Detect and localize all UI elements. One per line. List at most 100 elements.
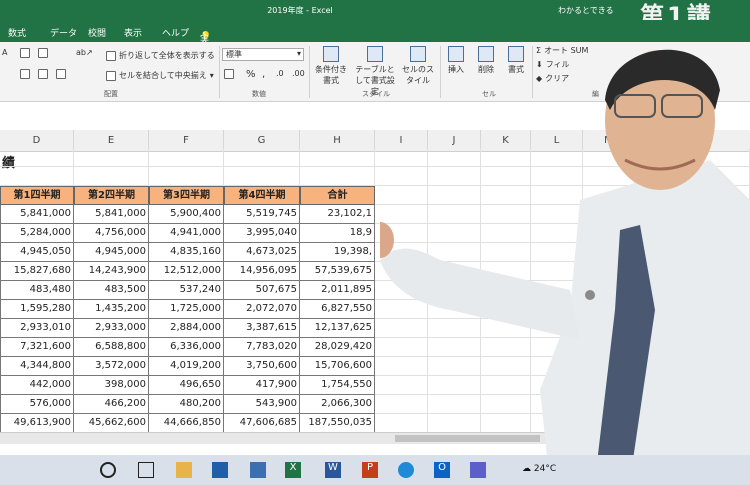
increase-decimal-button[interactable]: .0 [276, 69, 284, 78]
table-cell[interactable]: 5,900,400 [149, 205, 224, 224]
tab-help[interactable]: ヘルプ [162, 26, 189, 39]
table-cell[interactable]: 496,650 [149, 376, 224, 395]
align-middle-button[interactable] [38, 48, 48, 58]
table-cell[interactable]: 2,011,895 [300, 281, 375, 300]
table-cell[interactable]: 576,000 [0, 395, 74, 414]
table-cell[interactable]: 3,572,000 [74, 357, 149, 376]
grid-cell[interactable] [300, 167, 375, 186]
table-cell[interactable]: 5,284,000 [0, 224, 74, 243]
file-explorer-icon[interactable] [176, 462, 192, 478]
font-size-decrease-button[interactable]: A [2, 48, 7, 57]
percent-button[interactable]: % [246, 69, 256, 80]
table-cell[interactable]: 45,662,600 [74, 414, 149, 433]
grid-cell[interactable] [74, 148, 149, 167]
align-center-button[interactable] [38, 69, 48, 79]
table-cell[interactable]: 417,900 [224, 376, 300, 395]
table-cell[interactable]: 5,841,000 [0, 205, 74, 224]
table-cell[interactable]: 6,827,550 [300, 300, 375, 319]
store-icon[interactable] [212, 462, 228, 478]
table-cell[interactable]: 4,019,200 [149, 357, 224, 376]
table-cell[interactable]: 543,900 [224, 395, 300, 414]
grid-cell[interactable] [0, 167, 74, 186]
table-cell[interactable]: 5,841,000 [74, 205, 149, 224]
grid-cell[interactable] [224, 167, 300, 186]
align-top-button[interactable] [20, 48, 30, 58]
grid-cell[interactable] [300, 148, 375, 167]
table-cell[interactable]: 2,933,010 [0, 319, 74, 338]
table-cell[interactable]: 3,750,600 [224, 357, 300, 376]
table-cell[interactable]: 4,945,050 [0, 243, 74, 262]
header-cell[interactable]: 合計 [300, 186, 375, 205]
table-cell[interactable]: 4,756,000 [74, 224, 149, 243]
number-format-select[interactable]: 標準 ▾ [222, 48, 304, 61]
table-cell[interactable]: 187,550,035 [300, 414, 375, 433]
currency-button[interactable] [224, 69, 234, 79]
powerpoint-icon[interactable]: P [362, 462, 378, 478]
grid-cell[interactable] [74, 167, 149, 186]
tab-review[interactable]: 校閲 [88, 26, 106, 39]
decrease-decimal-button[interactable]: .00 [292, 69, 305, 78]
table-cell[interactable]: 18,9 [300, 224, 375, 243]
table-cell[interactable]: 2,066,300 [300, 395, 375, 414]
table-cell[interactable]: 480,200 [149, 395, 224, 414]
teams-icon[interactable] [470, 462, 486, 478]
table-cell[interactable]: 12,137,625 [300, 319, 375, 338]
grid-cell[interactable] [149, 167, 224, 186]
table-cell[interactable]: 28,029,420 [300, 338, 375, 357]
table-cell[interactable]: 12,512,000 [149, 262, 224, 281]
edge-icon[interactable] [398, 462, 414, 478]
table-cell[interactable]: 2,933,000 [74, 319, 149, 338]
table-cell[interactable]: 2,884,000 [149, 319, 224, 338]
table-cell[interactable]: 5,519,745 [224, 205, 300, 224]
grid-cell[interactable] [149, 148, 224, 167]
table-cell[interactable]: 1,725,000 [149, 300, 224, 319]
table-cell[interactable]: 4,344,800 [0, 357, 74, 376]
wrap-text-button[interactable]: 折り返して全体を表示する [106, 50, 215, 61]
table-cell[interactable]: 1,435,200 [74, 300, 149, 319]
table-cell[interactable]: 7,321,600 [0, 338, 74, 357]
table-cell[interactable]: 7,783,020 [224, 338, 300, 357]
excel-icon[interactable]: X [285, 462, 301, 478]
table-cell[interactable]: 47,606,685 [224, 414, 300, 433]
header-cell[interactable]: 第3四半期 [149, 186, 224, 205]
grid-cell[interactable] [224, 148, 300, 167]
table-cell[interactable]: 466,200 [74, 395, 149, 414]
weather-widget[interactable]: ☁ 24°C [522, 464, 556, 474]
header-cell[interactable]: 第4四半期 [224, 186, 300, 205]
mail-icon[interactable] [250, 462, 266, 478]
table-cell[interactable]: 19,398, [300, 243, 375, 262]
table-cell[interactable]: 44,666,850 [149, 414, 224, 433]
table-cell[interactable]: 14,243,900 [74, 262, 149, 281]
table-cell[interactable]: 2,072,070 [224, 300, 300, 319]
word-icon[interactable]: W [325, 462, 341, 478]
table-cell[interactable]: 49,613,900 [0, 414, 74, 433]
comma-button[interactable]: , [262, 69, 265, 80]
tab-view[interactable]: 表示 [124, 26, 142, 39]
grid-cell[interactable] [0, 148, 74, 167]
table-cell[interactable]: 6,588,800 [74, 338, 149, 357]
table-cell[interactable]: 4,941,000 [149, 224, 224, 243]
task-view-icon[interactable] [138, 462, 154, 478]
tab-formulas[interactable]: 数式 [8, 26, 26, 39]
orientation-button[interactable]: ab↗ [76, 48, 93, 57]
cortana-icon[interactable] [100, 462, 116, 478]
table-cell[interactable]: 15,827,680 [0, 262, 74, 281]
table-cell[interactable]: 4,835,160 [149, 243, 224, 262]
align-right-button[interactable] [56, 69, 66, 79]
table-cell[interactable]: 4,673,025 [224, 243, 300, 262]
table-cell[interactable]: 1,754,550 [300, 376, 375, 395]
table-cell[interactable]: 1,595,280 [0, 300, 74, 319]
table-cell[interactable]: 537,240 [149, 281, 224, 300]
table-cell[interactable]: 442,000 [0, 376, 74, 395]
merge-center-button[interactable]: セルを結合して中央揃え ▾ [106, 70, 214, 81]
table-cell[interactable]: 398,000 [74, 376, 149, 395]
align-left-button[interactable] [20, 69, 30, 79]
tab-data[interactable]: データ [50, 26, 77, 39]
table-cell[interactable]: 23,102,1 [300, 205, 375, 224]
table-cell[interactable]: 15,706,600 [300, 357, 375, 376]
table-cell[interactable]: 14,956,095 [224, 262, 300, 281]
table-cell[interactable]: 483,480 [0, 281, 74, 300]
table-cell[interactable]: 6,336,000 [149, 338, 224, 357]
table-cell[interactable]: 4,945,000 [74, 243, 149, 262]
header-cell[interactable]: 第2四半期 [74, 186, 149, 205]
